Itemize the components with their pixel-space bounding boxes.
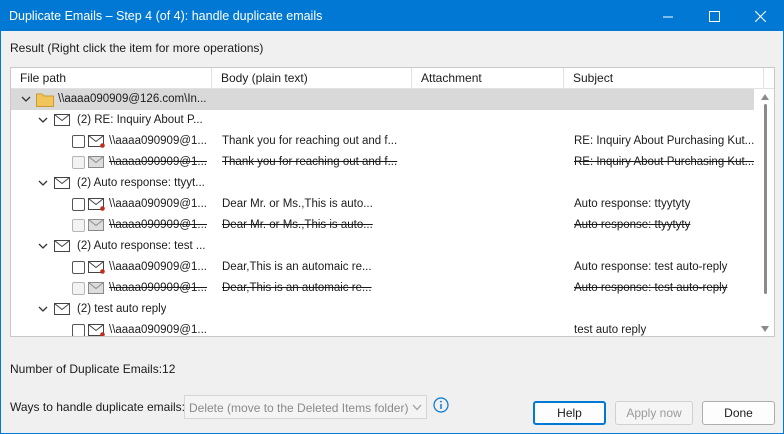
results-tree-grid[interactable]: File path Body (plain text) Attachment S… [10, 67, 775, 337]
path-cell: \\aaaa090909@1... [109, 219, 207, 231]
tree-group-row[interactable]: (2) test auto reply [11, 299, 754, 320]
column-header-attachment[interactable]: Attachment [412, 68, 564, 89]
mail-icon [54, 303, 70, 315]
email-row[interactable]: \\aaaa090909@1... Dear Mr. or Ms.,This is… [11, 194, 754, 215]
select-checkbox [72, 219, 85, 232]
attachment-cell [421, 152, 566, 173]
body-cell: Dear Mr. or Ms.,This is auto... [222, 219, 373, 231]
mail-icon [54, 177, 70, 189]
mail-icon [88, 156, 104, 168]
apply-now-button[interactable]: Apply now [615, 401, 693, 425]
column-header-file-path[interactable]: File path [11, 68, 212, 89]
duplicate-count: Number of Duplicate Emails:12 [10, 362, 176, 376]
mail-icon [54, 240, 70, 252]
email-row[interactable]: \\aaaa090909@1... Dear,This is an automai… [11, 257, 754, 278]
folder-icon [36, 93, 54, 107]
attachment-cell [421, 278, 566, 299]
subject-cell: RE: Inquiry About Purchasing Kut... [574, 156, 754, 168]
tree-root-row[interactable]: \\aaaa090909@126.com\In... [11, 89, 754, 110]
minimize-icon [662, 16, 673, 17]
maximize-button[interactable] [691, 1, 737, 31]
subject-cell: test auto reply [574, 324, 647, 336]
close-button[interactable] [737, 1, 783, 31]
chevron-down-icon[interactable] [37, 240, 49, 252]
unread-mail-icon [88, 261, 105, 274]
chevron-down-icon[interactable] [37, 114, 49, 126]
unread-mail-icon [88, 324, 105, 336]
select-checkbox [72, 156, 85, 169]
body-cell [222, 320, 410, 336]
email-row[interactable]: \\aaaa090909@1... Thank you for reaching … [11, 131, 754, 152]
unread-mail-icon [88, 198, 105, 211]
duplicate-email-row[interactable]: \\aaaa090909@1... Dear Mr. or Ms.,This is… [11, 215, 754, 236]
subject-cell: RE: Inquiry About Purchasing Kut... [574, 135, 754, 147]
attachment-cell [421, 320, 566, 336]
chevron-down-icon[interactable] [37, 177, 49, 189]
grid-header: File path Body (plain text) Attachment S… [11, 68, 774, 89]
chevron-down-icon[interactable] [20, 93, 32, 105]
info-icon[interactable] [433, 397, 449, 413]
minimize-button[interactable] [645, 1, 691, 31]
tree-group-row[interactable]: (2) Auto response: ttyyt... [11, 173, 754, 194]
mail-icon [54, 114, 70, 126]
body-cell: Thank you for reaching out and f... [222, 156, 398, 168]
select-checkbox [72, 282, 85, 295]
help-button[interactable]: Help [533, 401, 606, 425]
handle-method-select[interactable]: Delete (move to the Deleted Items folder… [184, 395, 427, 419]
path-cell: \\aaaa090909@1... [109, 198, 207, 210]
attachment-cell [421, 257, 566, 278]
title-bar: Duplicate Emails – Step 4 (of 4): handle… [1, 1, 783, 31]
chevron-down-icon [412, 404, 422, 411]
subject-cell: Auto response: ttyytyty [574, 198, 691, 210]
done-button[interactable]: Done [702, 401, 775, 425]
maximize-icon [708, 10, 720, 22]
scroll-up-arrow-icon[interactable] [761, 94, 769, 100]
subject-cell: Auto response: ttyytyty [574, 219, 691, 231]
group-label: (2) test auto reply [77, 303, 167, 315]
group-label: (2) RE: Inquiry About P... [77, 114, 203, 126]
path-cell: \\aaaa090909@1... [109, 261, 207, 273]
close-icon [754, 10, 766, 22]
duplicate-email-row[interactable]: \\aaaa090909@1... Thank you for reaching … [11, 152, 754, 173]
unread-mail-icon [88, 135, 105, 148]
select-checkbox[interactable] [72, 324, 85, 336]
email-row[interactable]: \\aaaa090909@1... test auto reply [11, 320, 754, 336]
body-cell: Thank you for reaching out and f... [222, 135, 398, 147]
select-checkbox[interactable] [72, 135, 85, 148]
tree-group-row[interactable]: (2) Auto response: test ... [11, 236, 754, 257]
attachment-cell [421, 215, 566, 236]
duplicate-emails-window: Duplicate Emails – Step 4 (of 4): handle… [0, 0, 784, 434]
chevron-down-icon[interactable] [37, 303, 49, 315]
attachment-cell [421, 131, 566, 152]
group-label: (2) Auto response: test ... [77, 240, 206, 252]
path-cell: \\aaaa090909@1... [109, 282, 207, 294]
tree-group-row[interactable]: (2) RE: Inquiry About P... [11, 110, 754, 131]
vertical-scrollbar[interactable] [756, 90, 774, 336]
handle-method-value: Delete (move to the Deleted Items folder… [189, 401, 409, 415]
mail-icon [88, 282, 104, 294]
column-header-subject[interactable]: Subject [564, 68, 764, 89]
column-header-body[interactable]: Body (plain text) [212, 68, 412, 89]
body-cell: Dear,This is an automaic re... [222, 261, 372, 273]
scroll-down-arrow-icon[interactable] [761, 326, 769, 332]
scrollbar-thumb[interactable] [764, 104, 767, 294]
path-cell: \\aaaa090909@1... [109, 156, 207, 168]
duplicate-email-row[interactable]: \\aaaa090909@1... Dear,This is an automai… [11, 278, 754, 299]
window-title: Duplicate Emails – Step 4 (of 4): handle… [9, 9, 323, 23]
mail-icon [88, 219, 104, 231]
subject-cell: Auto response: test auto-reply [574, 261, 728, 273]
attachment-cell [421, 194, 566, 215]
group-label: (2) Auto response: ttyyt... [77, 177, 205, 189]
ways-label: Ways to handle duplicate emails: [10, 400, 185, 414]
select-checkbox[interactable] [72, 261, 85, 274]
select-checkbox[interactable] [72, 198, 85, 211]
tree-root-label: \\aaaa090909@126.com\In... [58, 93, 207, 105]
body-cell: Dear,This is an automaic re... [222, 282, 372, 294]
body-cell: Dear Mr. or Ms.,This is auto... [222, 198, 373, 210]
path-cell: \\aaaa090909@1... [109, 324, 207, 336]
subject-cell: Auto response: test auto-reply [574, 282, 728, 294]
result-label: Result (Right click the item for more op… [10, 41, 264, 55]
path-cell: \\aaaa090909@1... [109, 135, 207, 147]
